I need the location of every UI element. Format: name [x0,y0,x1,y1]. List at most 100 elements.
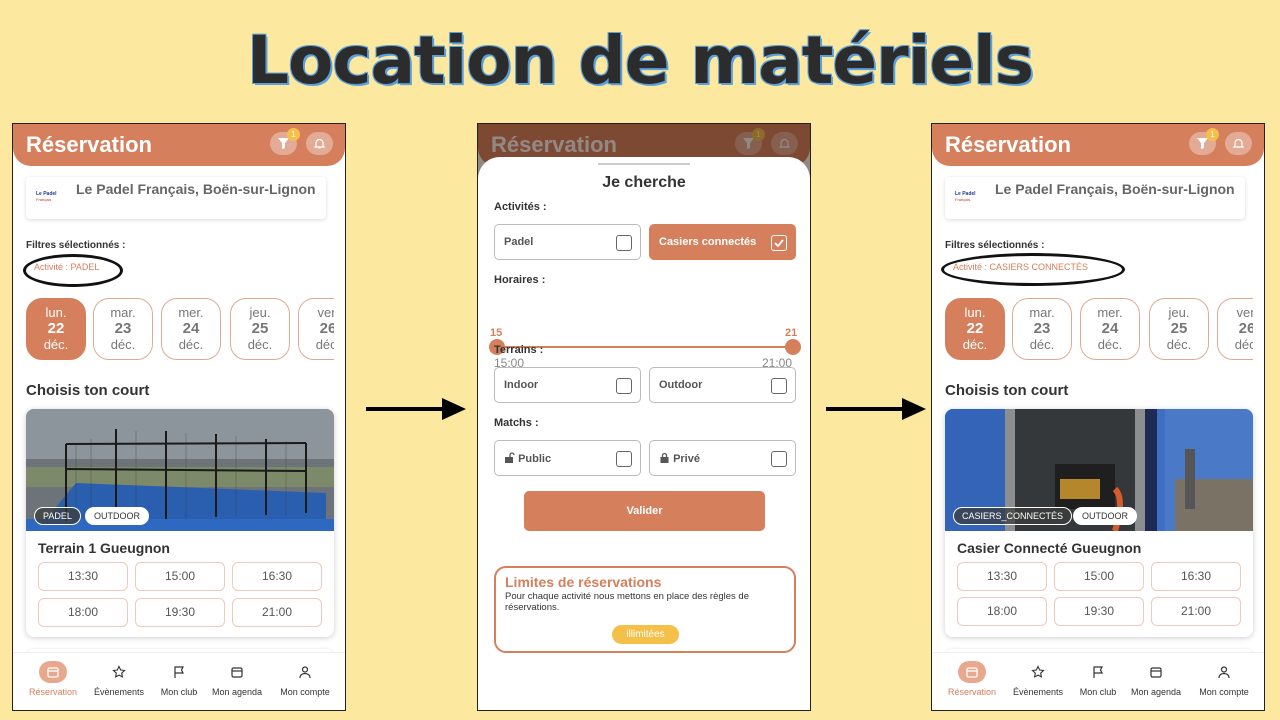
date-picker: lun. 22 déc. mar. 23 déc. mer. 24 déc. jeu. 25 d… [26,298,334,362]
nav-club[interactable]: Mon club [1074,661,1122,697]
section-title: Choisis ton court [26,382,150,399]
notification-button[interactable] [1225,132,1252,155]
club-selector[interactable]: Le Padel Français Le Padel Français, Boën… [26,177,326,219]
court-name: Terrain 1 Gueugnon [38,540,170,556]
filter-button[interactable]: 1 [1189,128,1219,155]
bell-icon [1232,138,1245,148]
hours-label: Horaires : [494,274,546,286]
matches-label: Matchs : [494,417,539,429]
time-slot[interactable]: 15:00 [1054,562,1144,591]
highlight-ellipse [23,254,123,287]
club-selector[interactable]: Le Padel Français Le Padel Français, Boën… [945,177,1245,219]
option-public[interactable]: Public [494,440,641,476]
unlock-icon [505,452,515,463]
nav-agenda[interactable]: Mon agenda [1128,661,1184,697]
locker-name: Casier Connecté Gueugnon [957,540,1142,556]
time-slot[interactable]: 21:00 [232,598,322,627]
court-card[interactable]: PADEL OUTDOOR Terrain 1 Gueugnon 13:30 1… [26,409,334,637]
day-chip[interactable]: mar. 23 déc. [1012,298,1072,360]
day-chip[interactable]: mer. 24 déc. [161,298,221,360]
club-logo: Le Padel Français [955,191,976,202]
nav-reservation[interactable]: Réservation [25,661,81,697]
club-name: Le Padel Français, Boën-sur-Lignon [995,181,1235,197]
tag-activity: CASIERS_CONNECTÉS [953,507,1073,525]
arrow-right-icon [366,398,466,420]
checkbox-checked[interactable] [771,235,787,251]
filter-badge: 1 [287,128,300,141]
day-chip[interactable]: mer. 24 déc. [1080,298,1140,360]
day-chip[interactable]: lun. 22 déc. [945,298,1005,360]
filters-label: Filtres sélectionnés : [26,240,126,251]
bottom-nav: Réservation Évènements Mon club Mon agen… [932,652,1264,710]
flag-icon [1093,666,1103,678]
limits-title: Limites de réservations [505,574,662,590]
nav-club[interactable]: Mon club [155,661,203,697]
agenda-icon [1150,667,1162,678]
page-title: Réservation [26,132,152,157]
day-chip[interactable]: jeu. 25 déc. [230,298,290,360]
section-title: Choisis ton court [945,382,1069,399]
time-slot[interactable]: 21:00 [1151,597,1241,626]
checkbox[interactable] [616,378,632,394]
checkbox[interactable] [616,451,632,467]
phone-filter-sheet: Réservation 1 Je cherche Activités : Pad… [477,123,811,711]
nav-account[interactable]: Mon compte [275,661,335,697]
app-header: Réservation 1 [932,124,1264,166]
slide-title: Location de matériels [247,22,1034,99]
day-chip[interactable]: lun. 22 déc. [26,298,86,360]
day-chip[interactable]: jeu. 25 déc. [1149,298,1209,360]
check-icon [774,239,784,248]
nav-events[interactable]: Évènements [1008,661,1068,697]
nav-events[interactable]: Évènements [89,661,149,697]
time-slot[interactable]: 18:00 [38,598,128,627]
option-prive[interactable]: Privé [649,440,796,476]
page-title: Réservation [945,132,1071,157]
star-icon [112,665,126,678]
option-padel[interactable]: Padel [494,224,641,260]
time-slot[interactable]: 19:30 [135,598,225,627]
tag-environment: OUTDOOR [85,507,149,525]
hours-slider-end[interactable] [785,339,801,355]
bell-icon [313,138,326,149]
time-slot[interactable]: 13:30 [957,562,1047,591]
checkbox[interactable] [616,235,632,251]
sheet-title: Je cherche [602,174,686,191]
nav-reservation[interactable]: Réservation [944,661,1000,697]
limits-badge: illimitées [612,625,679,644]
option-casiers-connectes[interactable]: Casiers connectés [649,224,796,260]
flag-icon [174,666,184,678]
notification-button[interactable] [306,132,333,155]
limits-panel: Limites de réservations Pour chaque acti… [494,566,796,653]
day-chip[interactable]: ven26déc. [298,298,334,360]
option-outdoor[interactable]: Outdoor [649,367,796,403]
hours-to-value: 21 [785,327,798,339]
tag-environment: OUTDOOR [1073,507,1137,525]
highlight-ellipse [941,253,1125,286]
sheet-handle[interactable] [598,163,690,165]
tag-activity: PADEL [34,507,81,525]
time-slot[interactable]: 16:30 [232,562,322,591]
option-indoor[interactable]: Indoor [494,367,641,403]
time-slot[interactable]: 15:00 [135,562,225,591]
checkbox[interactable] [771,451,787,467]
filter-badge: 1 [1206,128,1219,141]
time-slot[interactable]: 18:00 [957,597,1047,626]
terrains-label: Terrains : [494,344,544,356]
time-slot[interactable]: 19:30 [1054,597,1144,626]
nav-account[interactable]: Mon compte [1194,661,1254,697]
locker-card[interactable]: CASIERS_CONNECTÉS OUTDOOR Casier Connect… [945,409,1253,637]
club-name: Le Padel Français, Boën-sur-Lignon [76,181,316,197]
activities-label: Activités : [494,201,547,213]
time-slot[interactable]: 13:30 [38,562,128,591]
day-chip[interactable]: ven26déc. [1217,298,1253,360]
checkbox[interactable] [771,378,787,394]
bottom-nav: Réservation Évènements Mon club Mon agen… [13,652,345,710]
filter-sheet: Je cherche Activités : Padel Casiers con… [478,157,810,710]
nav-agenda[interactable]: Mon agenda [209,661,265,697]
time-slot[interactable]: 16:30 [1151,562,1241,591]
agenda-icon [231,667,243,678]
validate-button[interactable]: Valider [524,491,765,531]
phone-padel-filter: Réservation 1 Le Padel Français Le Padel … [12,123,346,711]
filter-button[interactable]: 1 [270,128,300,155]
day-chip[interactable]: mar. 23 déc. [93,298,153,360]
